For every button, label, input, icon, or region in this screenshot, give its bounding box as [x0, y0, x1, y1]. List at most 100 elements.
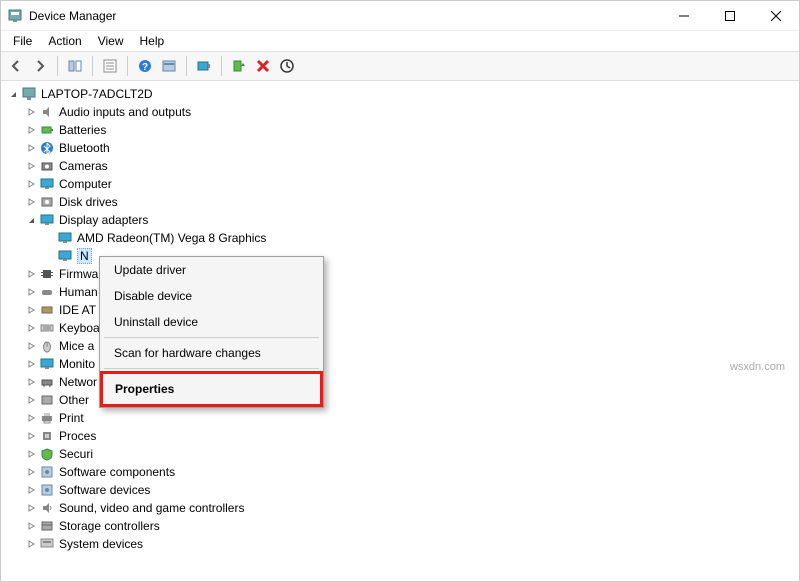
tree-category[interactable]: System devices [3, 535, 797, 553]
tree-category-label: Display adapters [59, 213, 148, 227]
tree-device[interactable]: AMD Radeon(TM) Vega 8 Graphics [3, 229, 797, 247]
chevron-right-icon[interactable] [25, 340, 37, 352]
context-properties[interactable]: Properties [100, 371, 323, 407]
chevron-right-icon[interactable] [25, 196, 37, 208]
install-legacy-button[interactable] [276, 55, 298, 77]
tree-category-label: System devices [59, 537, 143, 551]
tree-category[interactable]: Bluetooth [3, 139, 797, 157]
chevron-right-icon[interactable] [25, 412, 37, 424]
chevron-right-icon[interactable] [25, 106, 37, 118]
tree-category[interactable]: Display adapters [3, 211, 797, 229]
display-icon [57, 248, 73, 264]
tree-category-label: Disk drives [59, 195, 118, 209]
toolbar: ? [1, 51, 799, 81]
tree-category[interactable]: Sound, video and game controllers [3, 499, 797, 517]
chevron-right-icon[interactable] [25, 124, 37, 136]
tree-category-label: Bluetooth [59, 141, 110, 155]
close-button[interactable] [753, 1, 799, 31]
maximize-button[interactable] [707, 1, 753, 31]
tree-category-label: Cameras [59, 159, 108, 173]
battery-icon [39, 122, 55, 138]
context-menu: Update driver Disable device Uninstall d… [99, 256, 324, 408]
context-scan-hardware[interactable]: Scan for hardware changes [100, 340, 323, 366]
uninstall-button[interactable] [252, 55, 274, 77]
scan-hardware-button[interactable] [193, 55, 215, 77]
computer-icon [21, 86, 37, 102]
chevron-right-icon[interactable] [25, 268, 37, 280]
tree-category-label: Keyboa [59, 321, 100, 335]
toolbar-separator [57, 56, 58, 76]
menu-help[interactable]: Help [134, 32, 171, 50]
chevron-down-icon[interactable] [25, 214, 37, 226]
device-tree[interactable]: LAPTOP-7ADCLT2D Audio inputs and outputs… [1, 81, 799, 581]
chevron-right-icon[interactable] [25, 394, 37, 406]
tree-category[interactable]: Audio inputs and outputs [3, 103, 797, 121]
toolbar-separator [92, 56, 93, 76]
titlebar: Device Manager [1, 1, 799, 31]
chevron-right-icon[interactable] [25, 358, 37, 370]
tree-root[interactable]: LAPTOP-7ADCLT2D [3, 85, 797, 103]
tree-category[interactable]: Batteries [3, 121, 797, 139]
tree-category-label: Mice a [59, 339, 94, 353]
tree-device-label: N [77, 248, 92, 264]
context-update-driver[interactable]: Update driver [100, 257, 323, 283]
chevron-right-icon[interactable] [25, 376, 37, 388]
properties-button[interactable] [99, 55, 121, 77]
cpu-icon [39, 428, 55, 444]
minimize-button[interactable] [661, 1, 707, 31]
tree-category-label: Computer [59, 177, 112, 191]
menu-action[interactable]: Action [42, 32, 87, 50]
chevron-right-icon[interactable] [25, 178, 37, 190]
chevron-right-icon[interactable] [25, 430, 37, 442]
context-disable-device[interactable]: Disable device [100, 283, 323, 309]
chevron-right-icon[interactable] [25, 502, 37, 514]
menu-file[interactable]: File [7, 32, 38, 50]
context-separator [104, 368, 319, 369]
forward-button[interactable] [29, 55, 51, 77]
audio-icon [39, 104, 55, 120]
chevron-right-icon[interactable] [25, 304, 37, 316]
toolbar-separator [186, 56, 187, 76]
watermark: wsxdn.com [730, 361, 785, 373]
chevron-right-icon[interactable] [25, 448, 37, 460]
tree-category[interactable]: Disk drives [3, 193, 797, 211]
display-icon [57, 230, 73, 246]
context-uninstall-device[interactable]: Uninstall device [100, 309, 323, 335]
toolbar-separator [127, 56, 128, 76]
tree-category-label: Securi [59, 447, 93, 461]
ide-icon [39, 302, 55, 318]
chevron-right-icon[interactable] [25, 142, 37, 154]
system-icon [39, 536, 55, 552]
svg-text:?: ? [142, 62, 148, 73]
chevron-right-icon[interactable] [25, 322, 37, 334]
tree-category[interactable]: Securi [3, 445, 797, 463]
tree-category-label: Storage controllers [59, 519, 160, 533]
tree-category[interactable]: Print [3, 409, 797, 427]
chevron-right-icon[interactable] [25, 520, 37, 532]
tree-root-label: LAPTOP-7ADCLT2D [41, 87, 153, 101]
chevron-right-icon[interactable] [25, 466, 37, 478]
chevron-right-icon[interactable] [25, 484, 37, 496]
action-button[interactable] [158, 55, 180, 77]
software-icon [39, 482, 55, 498]
chevron-right-icon[interactable] [25, 160, 37, 172]
mouse-icon [39, 338, 55, 354]
tree-category-label: Monito [59, 357, 95, 371]
window-title: Device Manager [29, 9, 116, 23]
tree-category[interactable]: Software components [3, 463, 797, 481]
tree-category[interactable]: Proces [3, 427, 797, 445]
tree-category[interactable]: Storage controllers [3, 517, 797, 535]
help-button[interactable]: ? [134, 55, 156, 77]
tree-category[interactable]: Software devices [3, 481, 797, 499]
tree-category-label: Human [59, 285, 98, 299]
menu-view[interactable]: View [92, 32, 130, 50]
chevron-down-icon[interactable] [7, 88, 19, 100]
update-driver-button[interactable] [228, 55, 250, 77]
tree-category[interactable]: Computer [3, 175, 797, 193]
show-hide-console-button[interactable] [64, 55, 86, 77]
tree-category[interactable]: Cameras [3, 157, 797, 175]
chevron-right-icon[interactable] [25, 538, 37, 550]
chevron-right-icon[interactable] [25, 286, 37, 298]
tree-category-label: Proces [59, 429, 96, 443]
back-button[interactable] [5, 55, 27, 77]
